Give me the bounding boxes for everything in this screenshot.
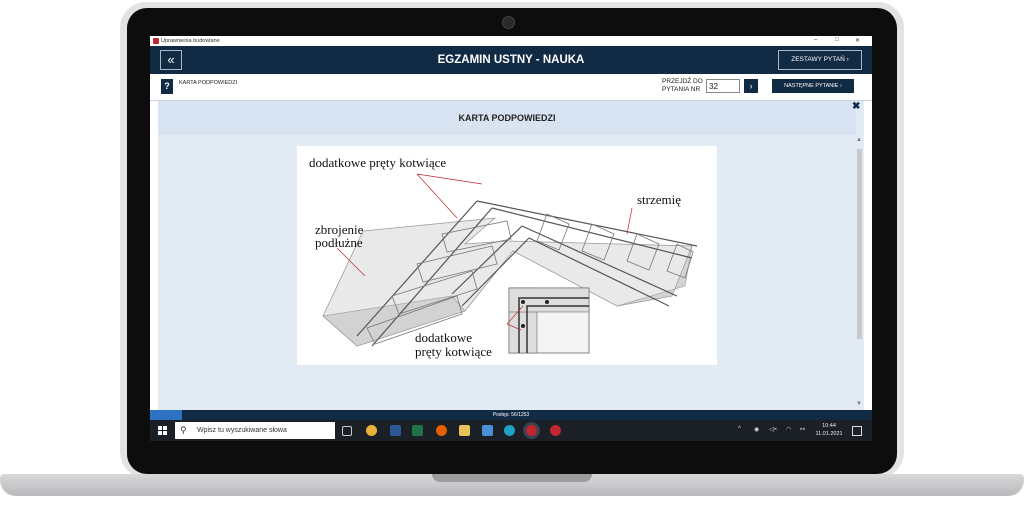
maximize-button[interactable]: □ <box>835 37 839 43</box>
question-number-input[interactable]: 32 <box>706 79 740 93</box>
app-taskbar-icon-2[interactable] <box>550 425 561 436</box>
hint-card-panel: KARTA PODPOWIEDZI ✖ dodatkowe pręty kotw… <box>158 101 864 410</box>
hint-card-icon[interactable]: ? <box>161 79 173 94</box>
close-window-button[interactable]: ✕ <box>855 37 860 44</box>
close-icon[interactable]: ✖ <box>852 101 860 112</box>
tray-chevron-icon[interactable]: ^ <box>738 426 741 432</box>
firefox-icon[interactable] <box>436 425 447 436</box>
notifications-icon[interactable] <box>852 426 862 436</box>
laptop-notch <box>432 474 592 482</box>
taskbar: ⚲ Wpisz tu wyszukiwane słowa ^ ◉ ◁× ◠ ⚯ … <box>150 420 872 441</box>
chrome-icon[interactable] <box>366 425 377 436</box>
next-question-button[interactable]: NASTĘPNE PYTANIE › <box>772 79 854 93</box>
wifi-icon[interactable]: ◠ <box>786 426 791 433</box>
excel-icon[interactable] <box>412 425 423 436</box>
goto-question-button[interactable]: › <box>744 79 758 93</box>
taskbar-search-input[interactable]: ⚲ Wpisz tu wyszukiwane słowa <box>175 422 335 439</box>
taskbar-clock[interactable]: 10:44 11.01.2021 <box>813 422 845 438</box>
app-header: « EGZAMIN USTNY - NAUKA ZESTAWY PYTAŃ › <box>150 46 872 74</box>
edge-icon[interactable] <box>504 425 515 436</box>
page-title: EGZAMIN USTNY - NAUKA <box>437 54 585 66</box>
scroll-thumb[interactable] <box>857 149 862 339</box>
label-anchor-bars-top: dodatkowe pręty kotwiące <box>309 155 446 170</box>
app-taskbar-icon[interactable] <box>526 425 537 436</box>
window-titlebar: Uprawnienia budowlane – □ ✕ <box>150 36 872 46</box>
label-stirrup: strzemię <box>637 192 681 207</box>
goto-question-label: PRZEJDŹ DO PYTANIA NR <box>662 78 703 93</box>
label-anchor-bars-bottom-1: dodatkowe <box>415 330 472 345</box>
label-anchor-bars-bottom-2: pręty kotwiące <box>415 344 492 359</box>
panel-scrollbar[interactable]: ▲ ▼ <box>855 137 863 409</box>
tray-app-icon[interactable]: ◉ <box>754 426 759 433</box>
word-icon[interactable] <box>390 425 401 436</box>
file-explorer-icon[interactable] <box>459 425 470 436</box>
screen: Uprawnienia budowlane – □ ✕ « EGZAMIN US… <box>150 36 872 441</box>
scroll-up-icon[interactable]: ▲ <box>856 137 862 143</box>
mail-icon[interactable] <box>482 425 493 436</box>
network-icon[interactable]: ⚯ <box>800 426 805 433</box>
hint-card-label[interactable]: KARTA PODPOWIEDZI <box>179 80 239 87</box>
toolbar: ? KARTA PODPOWIEDZI PRZEJDŹ DO PYTANIA N… <box>150 74 872 101</box>
question-sets-button[interactable]: ZESTAWY PYTAŃ › <box>778 50 862 70</box>
task-view-icon[interactable] <box>342 426 352 436</box>
panel-title: KARTA PODPOWIEDZI <box>158 101 856 135</box>
windows-start-icon[interactable] <box>158 426 167 435</box>
progress-text: Postęp: 56/1253 <box>492 412 530 418</box>
app-icon <box>153 38 159 44</box>
label-longitudinal-2: podłużne <box>315 235 363 250</box>
search-placeholder: Wpisz tu wyszukiwane słowa <box>197 427 287 434</box>
search-icon: ⚲ <box>180 425 187 435</box>
volume-icon[interactable]: ◁× <box>769 426 777 433</box>
minimize-button[interactable]: – <box>814 37 817 43</box>
window-title: Uprawnienia budowlane <box>161 38 220 44</box>
clock-date: 11.01.2021 <box>815 431 843 437</box>
clock-time: 10:44 <box>822 423 836 429</box>
progress-bar: Postęp: 56/1253 <box>150 410 872 420</box>
scroll-down-icon[interactable]: ▼ <box>856 401 862 407</box>
progress-fill <box>150 410 183 420</box>
camera <box>502 16 515 29</box>
reinforcement-diagram: dodatkowe pręty kotwiące strzemię zbroje… <box>297 146 717 365</box>
